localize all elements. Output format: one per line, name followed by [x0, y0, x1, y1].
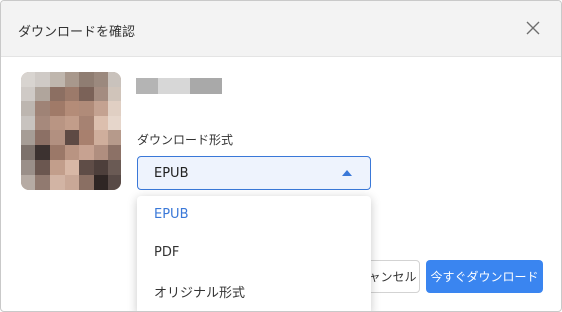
format-option-epub[interactable]: EPUB — [137, 196, 371, 234]
download-format-label: ダウンロード形式 — [137, 133, 234, 147]
download-confirm-dialog: ダウンロードを確認 ダウンロード形式 EPUB キャンセル 今すぐダウンロード … — [0, 0, 562, 312]
dialog-title: ダウンロードを確認 — [18, 25, 136, 40]
format-option-original[interactable]: オリジナル形式 — [137, 275, 371, 311]
close-icon[interactable] — [521, 16, 545, 40]
format-select[interactable]: EPUB — [137, 156, 371, 190]
format-option-pdf[interactable]: PDF — [137, 234, 371, 272]
download-now-button[interactable]: 今すぐダウンロード — [426, 260, 543, 293]
format-select-value: EPUB — [154, 166, 189, 181]
caret-up-icon — [342, 170, 352, 176]
dialog-titlebar: ダウンロードを確認 — [1, 1, 561, 57]
format-dropdown-menu: EPUB PDF オリジナル形式 — [137, 196, 371, 311]
book-title-obscured — [136, 78, 222, 94]
book-cover-thumbnail — [21, 72, 121, 190]
download-now-button-label: 今すぐダウンロード — [430, 270, 539, 284]
